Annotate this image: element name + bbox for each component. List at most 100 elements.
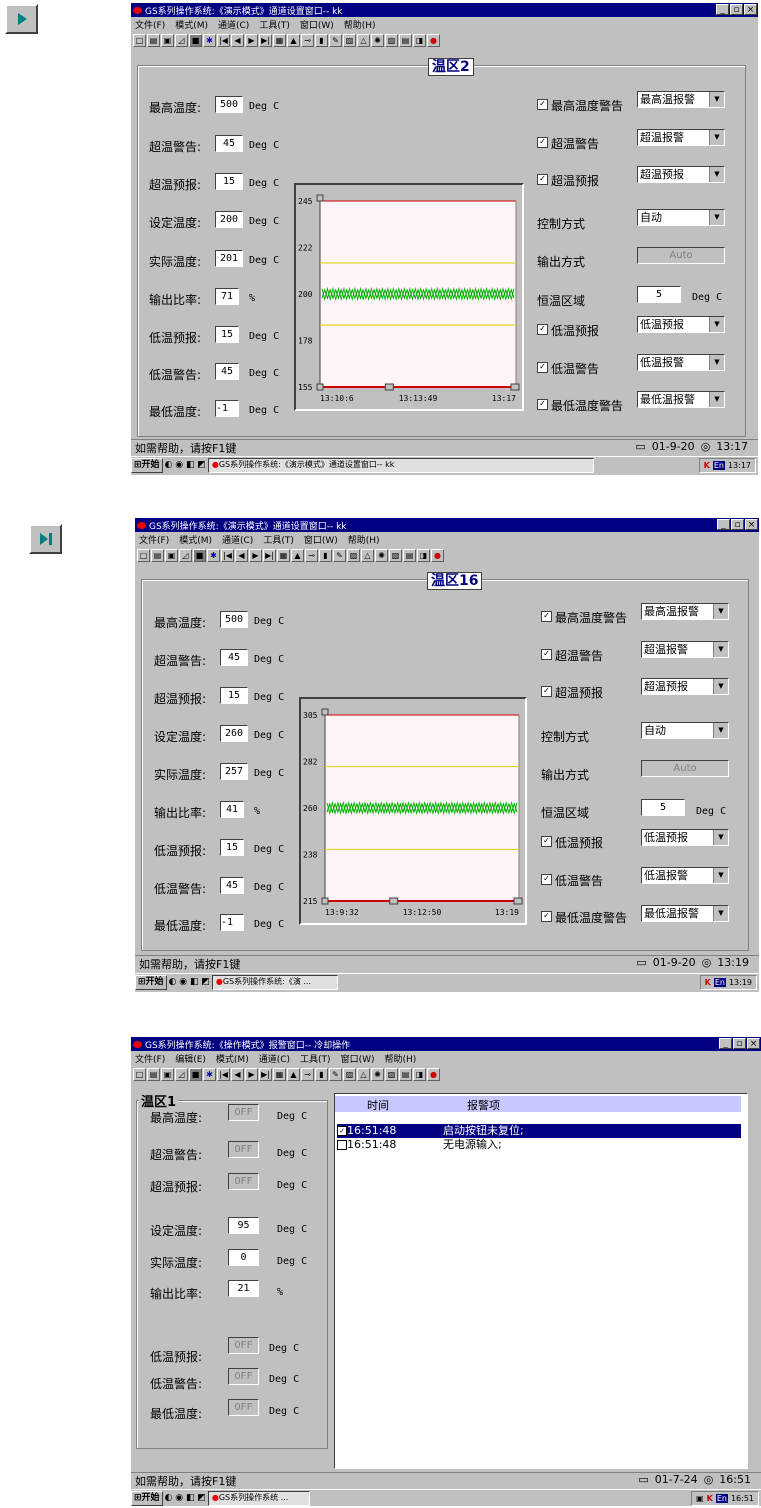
blank-icon[interactable]: ■ <box>189 1068 202 1081</box>
stop-icon[interactable]: ● <box>427 34 440 47</box>
lang-indicator[interactable]: En <box>713 977 726 987</box>
over-warn-select[interactable]: 超温报警 ▼ <box>637 129 725 146</box>
taskbar-task[interactable]: ●GS系列操作系统:《演示模式》通道设置窗口-- kk <box>207 457 594 473</box>
low-warn-select[interactable]: 低温报警 ▼ <box>641 867 729 884</box>
chart-icon[interactable]: ◿ <box>175 1068 188 1081</box>
quick-launch-icons[interactable]: ◐ ◉ ◧ ◩ <box>165 460 206 470</box>
last-icon[interactable]: ▶| <box>259 1068 272 1081</box>
start-button[interactable]: ⊞开始 <box>135 974 167 990</box>
low-pre-checkbox[interactable]: ✓ <box>541 836 552 847</box>
bell-icon[interactable]: △ <box>357 1068 370 1081</box>
prev-icon[interactable]: ◀ <box>235 549 248 562</box>
min-temp-input[interactable]: -1 <box>215 400 239 417</box>
chart-icon[interactable]: ◿ <box>175 34 188 47</box>
alarm-row[interactable]: 16:51:48 无电源输入; <box>337 1138 741 1152</box>
open-icon[interactable]: ▤ <box>151 549 164 562</box>
lock-icon[interactable]: ▲ <box>287 34 300 47</box>
set-temp-input[interactable]: 200 <box>215 211 243 228</box>
prev-icon[interactable]: ◀ <box>231 34 244 47</box>
minimize-button[interactable]: _ <box>716 4 729 15</box>
last-button[interactable] <box>29 524 62 554</box>
alarm-list[interactable]: 时间 报警项 ✓ 16:51:48 启动按钮未复位; 16:51:48 无电源输… <box>334 1093 748 1469</box>
list-icon[interactable]: ▤ <box>399 34 412 47</box>
save-icon[interactable]: ▣ <box>161 34 174 47</box>
col-alarm-header[interactable]: 报警项 <box>467 1097 500 1113</box>
over-warn-checkbox[interactable]: ✓ <box>537 137 548 148</box>
stop-icon[interactable]: ● <box>431 549 444 562</box>
save-icon[interactable]: ▣ <box>165 549 178 562</box>
blank-icon[interactable]: ■ <box>193 549 206 562</box>
col-time-header[interactable]: 时间 <box>367 1097 389 1113</box>
max-temp-input[interactable]: 500 <box>215 96 243 113</box>
next-icon[interactable]: ▶ <box>249 549 262 562</box>
last-icon[interactable]: ▶| <box>259 34 272 47</box>
device-icon[interactable]: ▮ <box>319 549 332 562</box>
min-temp-input[interactable]: -1 <box>220 914 244 931</box>
low-warn-checkbox[interactable]: ✓ <box>541 874 552 885</box>
min-warn-select[interactable]: 最低温报警 ▼ <box>637 391 725 408</box>
key-icon[interactable]: ⊸ <box>301 1068 314 1081</box>
bulb-icon[interactable]: ✺ <box>371 34 384 47</box>
menu-window[interactable]: 窗口(W) <box>304 533 338 546</box>
low-pre-select[interactable]: 低温预报 ▼ <box>637 316 725 333</box>
max-warn-checkbox[interactable]: ✓ <box>537 99 548 110</box>
menu-mode[interactable]: 模式(M) <box>179 533 212 546</box>
minimize-button[interactable]: _ <box>717 519 730 530</box>
menu-help[interactable]: 帮助(H) <box>348 533 380 546</box>
menu-file[interactable]: 文件(F) <box>139 533 169 546</box>
lock-icon[interactable]: ▲ <box>287 1068 300 1081</box>
menu-mode[interactable]: 模式(M) <box>175 18 208 31</box>
image-icon[interactable]: ▨ <box>347 549 360 562</box>
grid-icon[interactable]: ▦ <box>273 1068 286 1081</box>
maximize-button[interactable]: ▫ <box>731 519 744 530</box>
open-icon[interactable]: ▤ <box>147 1068 160 1081</box>
low-warn-input[interactable]: 45 <box>220 877 244 894</box>
trend-icon[interactable]: ▧ <box>385 1068 398 1081</box>
menu-channel[interactable]: 通道(C) <box>218 18 249 31</box>
ctrl-mode-select[interactable]: 自动 ▼ <box>641 722 729 739</box>
menu-file[interactable]: 文件(F) <box>135 1052 165 1065</box>
menu-channel[interactable]: 通道(C) <box>222 533 253 546</box>
over-warn-checkbox[interactable]: ✓ <box>541 649 552 660</box>
image-icon[interactable]: ▨ <box>343 34 356 47</box>
edit-icon[interactable]: ✎ <box>333 549 346 562</box>
image-icon[interactable]: ▨ <box>343 1068 356 1081</box>
menu-tools[interactable]: 工具(T) <box>263 533 294 546</box>
low-pre-input[interactable]: 15 <box>215 326 239 343</box>
first-icon[interactable]: |◀ <box>221 549 234 562</box>
lang-indicator[interactable]: En <box>712 460 725 470</box>
export-icon[interactable]: ◨ <box>413 1068 426 1081</box>
over-pre-select[interactable]: 超温预报 ▼ <box>637 166 725 183</box>
overtemp-warn-input[interactable]: 45 <box>215 135 243 152</box>
next-icon[interactable]: ▶ <box>245 1068 258 1081</box>
low-warn-checkbox[interactable]: ✓ <box>537 362 548 373</box>
low-warn-select[interactable]: 低温报警 ▼ <box>637 354 725 371</box>
menu-tools[interactable]: 工具(T) <box>300 1052 331 1065</box>
grid-icon[interactable]: ▦ <box>273 34 286 47</box>
lock-icon[interactable]: ▲ <box>291 549 304 562</box>
max-warn-select[interactable]: 最高温报警 ▼ <box>641 603 729 620</box>
key-icon[interactable]: ⊸ <box>301 34 314 47</box>
new-icon[interactable]: □ <box>133 1068 146 1081</box>
taskbar-task[interactable]: ●GS系列操作系统 ... <box>207 1490 310 1506</box>
max-warn-checkbox[interactable]: ✓ <box>541 611 552 622</box>
new-icon[interactable]: □ <box>137 549 150 562</box>
quick-launch-icons[interactable]: ◐ ◉ ◧ ◩ <box>165 1493 206 1503</box>
edit-icon[interactable]: ✎ <box>329 1068 342 1081</box>
menu-window[interactable]: 窗口(W) <box>341 1052 375 1065</box>
alarm-checkbox[interactable]: ✓ <box>337 1126 347 1136</box>
low-warn-input[interactable]: 45 <box>215 363 239 380</box>
stop-icon[interactable]: ● <box>427 1068 440 1081</box>
const-zone-input[interactable]: 5 <box>641 799 685 816</box>
last-icon[interactable]: ▶| <box>263 549 276 562</box>
low-pre-checkbox[interactable]: ✓ <box>537 324 548 335</box>
taskbar-task[interactable]: ●GS系列操作系统:《演 ... <box>211 974 338 990</box>
trend-icon[interactable]: ▧ <box>389 549 402 562</box>
start-button[interactable]: ⊞开始 <box>131 1490 163 1506</box>
blank-icon[interactable]: ■ <box>189 34 202 47</box>
close-button[interactable]: × <box>744 4 757 15</box>
bulb-icon[interactable]: ✺ <box>371 1068 384 1081</box>
lang-indicator[interactable]: En <box>715 1493 728 1503</box>
min-warn-select[interactable]: 最低温报警 ▼ <box>641 905 729 922</box>
menu-tools[interactable]: 工具(T) <box>259 18 290 31</box>
